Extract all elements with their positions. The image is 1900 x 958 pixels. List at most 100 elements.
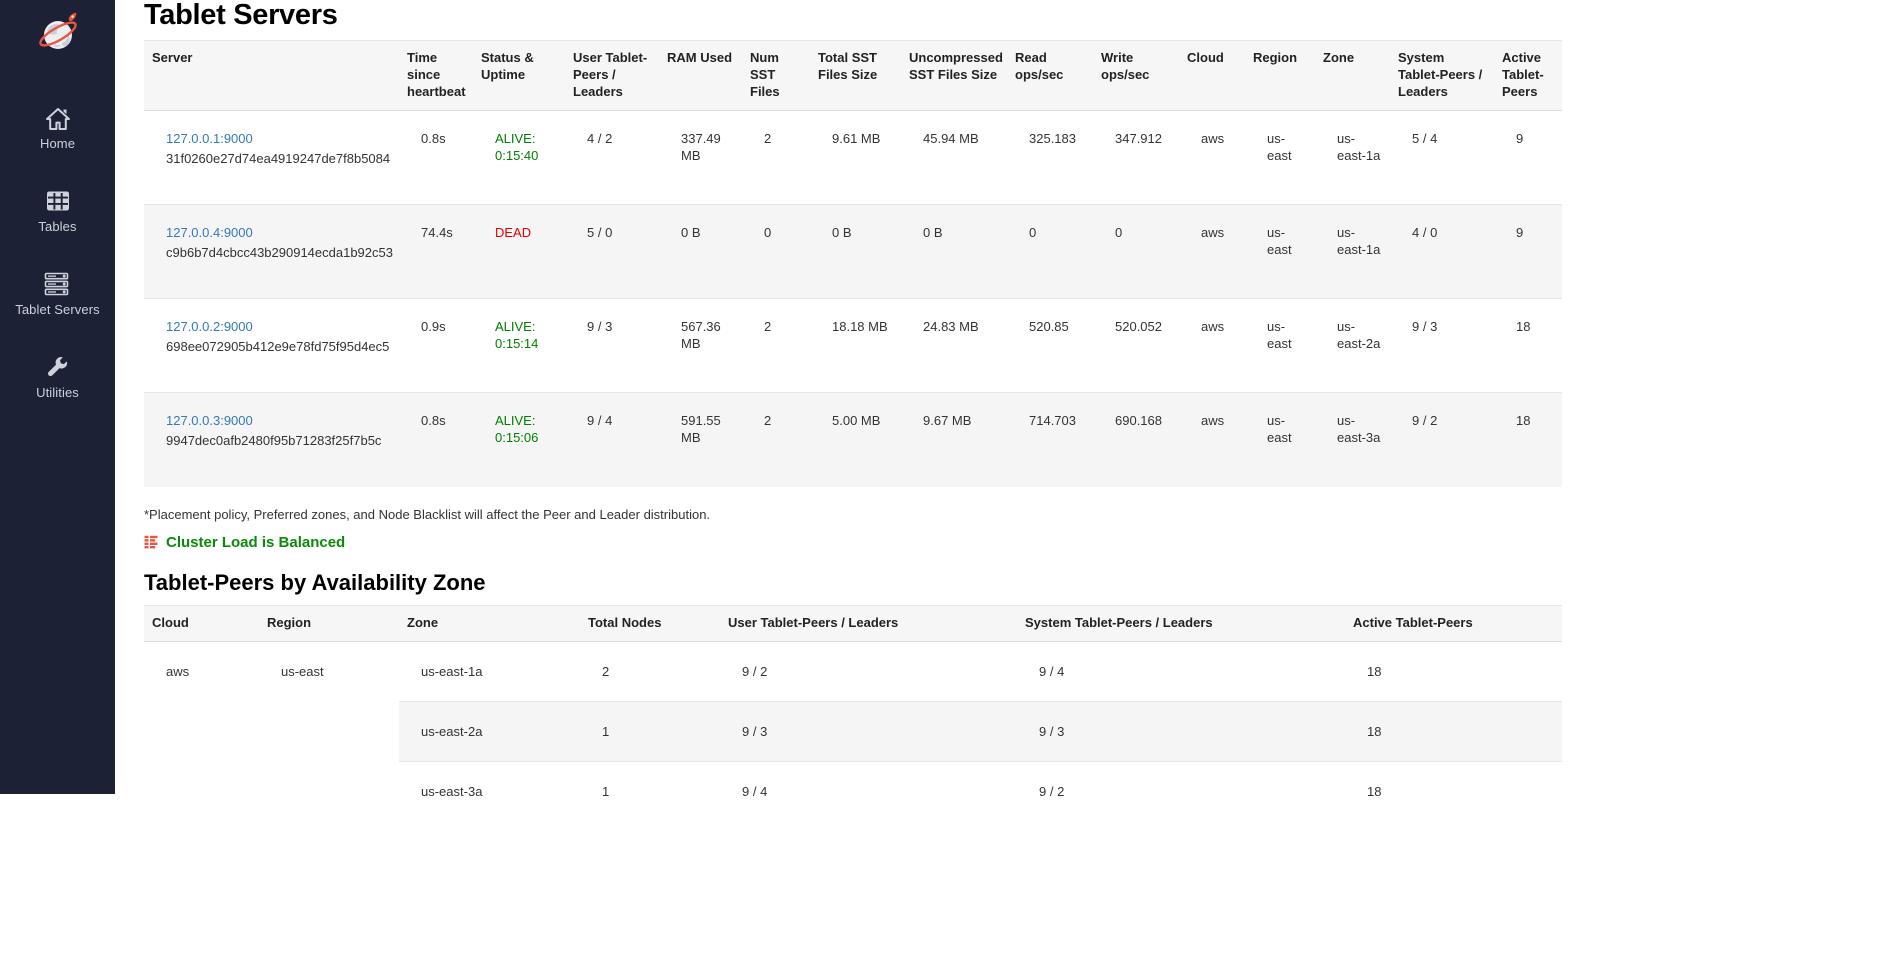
sidebar-item-label: Tables <box>38 219 76 234</box>
cell-active-peers: 9 <box>1494 205 1562 299</box>
table-header-row: Server Time since heartbeat Status & Upt… <box>144 41 1562 111</box>
cell-ram: 567.36 MB <box>659 299 742 393</box>
sidebar-item-home[interactable]: Home <box>0 100 115 159</box>
cluster-load-status: Cluster Load is Balanced <box>144 534 1562 551</box>
cell-region: us-east <box>1245 299 1315 393</box>
cell-cloud: aws <box>1179 393 1245 487</box>
cell-zone: us-east-3a <box>1315 393 1390 487</box>
col-header-cloud: Cloud <box>144 605 259 641</box>
cell-zone: us-east-1a <box>1315 205 1390 299</box>
cell-heartbeat: 74.4s <box>399 205 473 299</box>
cell-active-peers: 18 <box>1345 641 1562 701</box>
cell-sst-size: 5.00 MB <box>810 393 901 487</box>
cell-user-peers: 5 / 0 <box>565 205 659 299</box>
uptime-text: 0:15:14 <box>495 336 557 353</box>
cell-zone: us-east-1a <box>1315 111 1390 205</box>
logo[interactable] <box>0 0 115 64</box>
cell-zone: us-east-2a <box>1315 299 1390 393</box>
tablet-servers-icon <box>0 272 115 299</box>
home-icon <box>0 106 115 133</box>
cell-cloud: aws <box>1179 111 1245 205</box>
cell-num-sst: 2 <box>742 111 810 205</box>
col-header-active-peers: Active Tablet-Peers <box>1345 605 1562 641</box>
cell-active-peers: 18 <box>1345 761 1562 821</box>
col-header-active-peers: Active Tablet-Peers <box>1494 41 1562 111</box>
cell-num-sst: 2 <box>742 393 810 487</box>
col-header-system-peers: System Tablet-Peers / Leaders <box>1017 605 1345 641</box>
table-row: aws us-east us-east-1a 2 9 / 2 9 / 4 18 <box>144 641 1562 701</box>
col-header-write-ops: Write ops/sec <box>1093 41 1179 111</box>
cell-ram: 591.55 MB <box>659 393 742 487</box>
cell-zone: us-east-1a <box>399 641 580 701</box>
cell-num-sst: 2 <box>742 299 810 393</box>
col-header-region: Region <box>259 605 399 641</box>
cell-system-peers: 4 / 0 <box>1390 205 1494 299</box>
cell-system-peers: 9 / 3 <box>1017 701 1345 761</box>
col-header-zone: Zone <box>1315 41 1390 111</box>
cell-user-peers: 9 / 2 <box>720 641 1017 701</box>
tablet-servers-table: Server Time since heartbeat Status & Upt… <box>144 40 1562 486</box>
col-header-zone: Zone <box>399 605 580 641</box>
server-link[interactable]: 127.0.0.3:9000 <box>166 413 253 428</box>
cell-ram: 337.49 MB <box>659 111 742 205</box>
cell-system-peers: 9 / 2 <box>1390 393 1494 487</box>
cell-write-ops: 0 <box>1093 205 1179 299</box>
server-uuid: 31f0260e27d74ea4919247de7f8b5084 <box>166 151 391 168</box>
cell-read-ops: 325.183 <box>1007 111 1093 205</box>
cell-num-sst: 0 <box>742 205 810 299</box>
cell-active-peers: 18 <box>1345 701 1562 761</box>
cell-sst-size: 9.61 MB <box>810 111 901 205</box>
yugabyte-logo-icon <box>34 8 82 56</box>
cell-write-ops: 520.052 <box>1093 299 1179 393</box>
cell-sst-size: 18.18 MB <box>810 299 901 393</box>
cell-system-peers: 9 / 2 <box>1017 761 1345 821</box>
az-table: Cloud Region Zone Total Nodes User Table… <box>144 605 1562 822</box>
cell-zone: us-east-2a <box>399 701 580 761</box>
table-row: 127.0.0.4:9000 c9b6b7d4cbcc43b290914ecda… <box>144 205 1562 299</box>
cell-user-peers: 4 / 2 <box>565 111 659 205</box>
cell-server: 127.0.0.1:9000 31f0260e27d74ea4919247de7… <box>144 111 399 205</box>
sidebar-item-tables[interactable]: Tables <box>0 183 115 242</box>
sidebar-item-tablet-servers[interactable]: Tablet Servers <box>0 266 115 325</box>
tables-icon <box>0 189 115 216</box>
cell-read-ops: 714.703 <box>1007 393 1093 487</box>
server-link[interactable]: 127.0.0.1:9000 <box>166 131 253 146</box>
cell-unc-sst-size: 9.67 MB <box>901 393 1007 487</box>
col-header-sst-size: Total SST Files Size <box>810 41 901 111</box>
col-header-ram: RAM Used <box>659 41 742 111</box>
cell-status: DEAD <box>473 205 565 299</box>
cell-cloud: aws <box>1179 205 1245 299</box>
cell-sst-size: 0 B <box>810 205 901 299</box>
col-header-total-nodes: Total Nodes <box>580 605 720 641</box>
server-link[interactable]: 127.0.0.2:9000 <box>166 319 253 334</box>
status-text: ALIVE: <box>495 413 557 430</box>
col-header-read-ops: Read ops/sec <box>1007 41 1093 111</box>
app-window: Home Tables <box>0 0 1900 958</box>
table-header-row: Cloud Region Zone Total Nodes User Table… <box>144 605 1562 641</box>
cell-write-ops: 347.912 <box>1093 111 1179 205</box>
col-header-unc-sst-size: Uncompressed SST Files Size <box>901 41 1007 111</box>
table-row: 127.0.0.3:9000 9947dec0afb2480f95b71283f… <box>144 393 1562 487</box>
main-content: Tablet Servers Server Time since heartbe… <box>144 0 1562 821</box>
server-link[interactable]: 127.0.0.4:9000 <box>166 225 253 240</box>
cell-server: 127.0.0.3:9000 9947dec0afb2480f95b71283f… <box>144 393 399 487</box>
cell-heartbeat: 0.8s <box>399 393 473 487</box>
cell-region: us-east <box>259 641 399 821</box>
uptime-text: 0:15:40 <box>495 148 557 165</box>
col-header-cloud: Cloud <box>1179 41 1245 111</box>
cell-total-nodes: 1 <box>580 701 720 761</box>
col-header-heartbeat: Time since heartbeat <box>399 41 473 111</box>
cell-active-peers: 18 <box>1494 299 1562 393</box>
table-row: 127.0.0.2:9000 698ee072905b412e9e78fd75f… <box>144 299 1562 393</box>
cell-status: ALIVE: 0:15:14 <box>473 299 565 393</box>
status-text: ALIVE: <box>495 131 557 148</box>
cell-system-peers: 9 / 3 <box>1390 299 1494 393</box>
sidebar-item-utilities[interactable]: Utilities <box>0 349 115 408</box>
sidebar-item-label: Home <box>40 136 75 151</box>
cell-status: ALIVE: 0:15:06 <box>473 393 565 487</box>
page-title: Tablet Servers <box>144 0 1562 30</box>
col-header-user-peers: User Tablet-Peers / Leaders <box>720 605 1017 641</box>
cell-system-peers: 5 / 4 <box>1390 111 1494 205</box>
table-row: 127.0.0.1:9000 31f0260e27d74ea4919247de7… <box>144 111 1562 205</box>
status-text: ALIVE: <box>495 319 557 336</box>
